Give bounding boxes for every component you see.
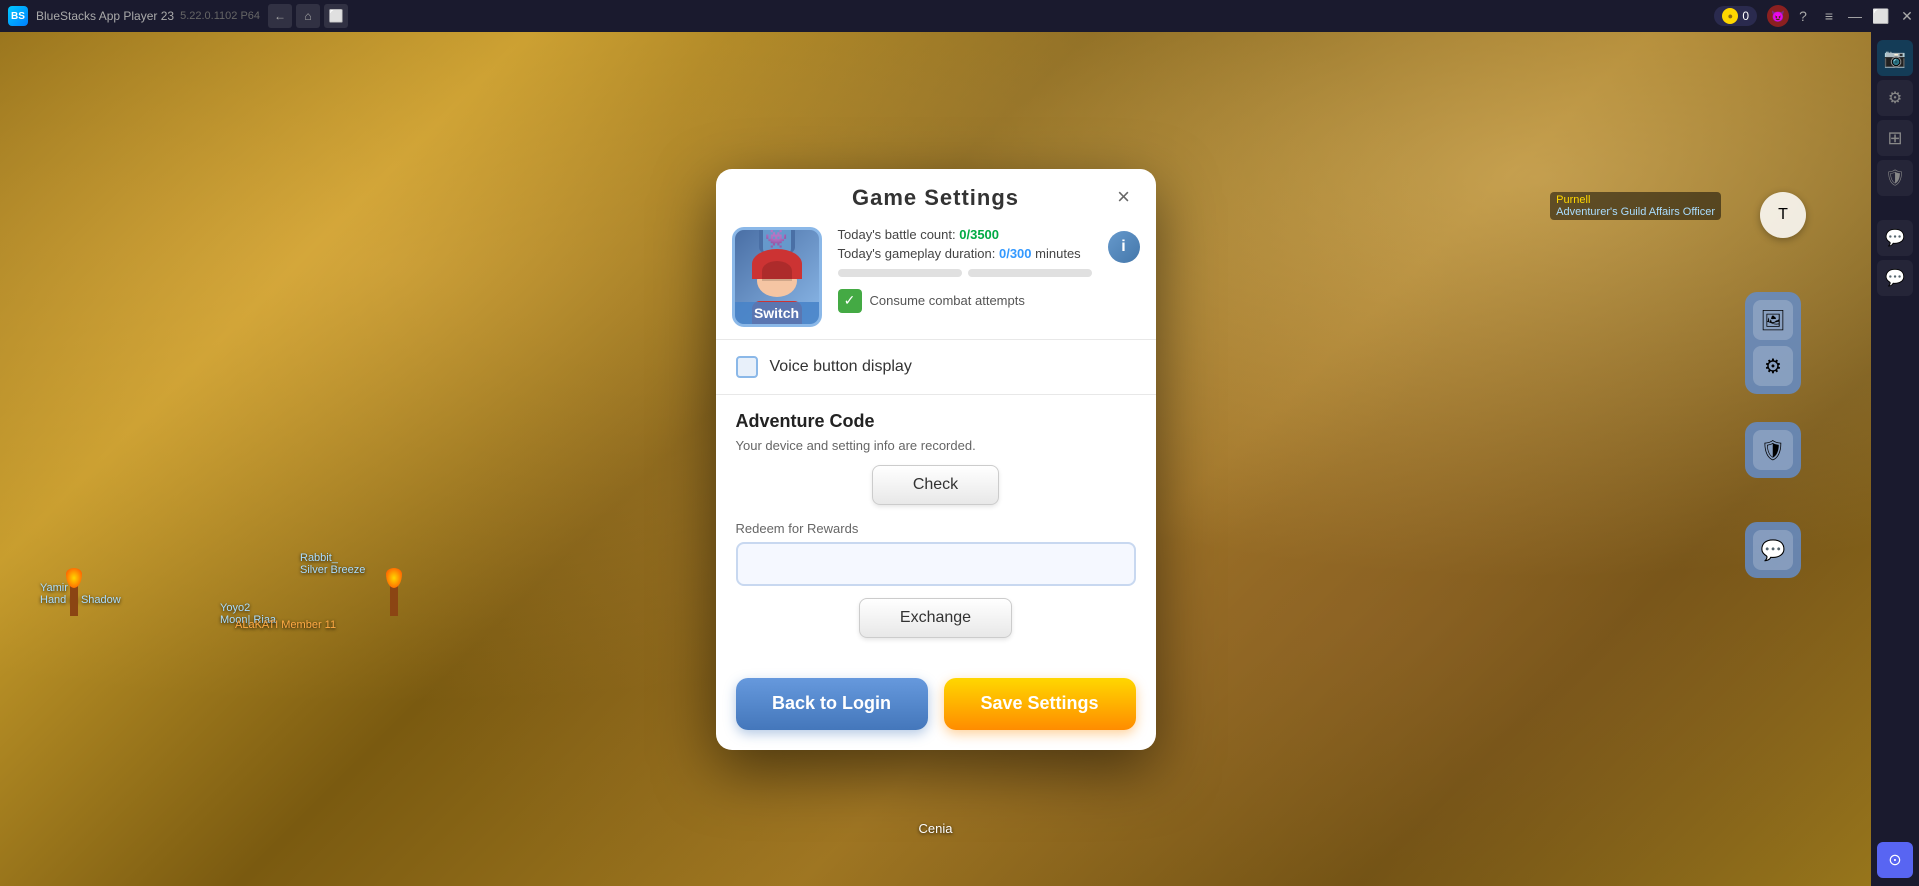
- voice-checkbox[interactable]: [736, 356, 758, 378]
- sidebar-chat2-icon[interactable]: 💬: [1877, 260, 1913, 296]
- character-avatar[interactable]: 👾 Switch: [732, 227, 822, 327]
- tabs-nav-button[interactable]: ⬜: [324, 4, 348, 28]
- modal-footer: Back to Login Save Settings: [716, 662, 1156, 730]
- consume-check-icon: ✓: [838, 289, 862, 313]
- modal-title: Game Settings: [852, 185, 1019, 210]
- coin-display: ● 0: [1714, 6, 1757, 26]
- switch-info: Today's battle count: 0/3500 Today's gam…: [838, 227, 1092, 313]
- switch-section: 👾 Switch Today's battle coun: [716, 219, 1156, 340]
- sidebar-screenshot-icon[interactable]: 📷: [1877, 40, 1913, 76]
- right-sidebar: 📷 ⚙ ⊞ 🛡 💬 💬 ⊙: [1871, 32, 1919, 886]
- bluestacks-logo: BS: [8, 6, 28, 26]
- battle-count-row: Today's battle count: 0/3500: [838, 227, 1092, 242]
- modal-close-button[interactable]: ×: [1108, 181, 1140, 213]
- close-button[interactable]: ✕: [1895, 4, 1919, 28]
- nav-buttons: ← ⌂ ⬜: [268, 4, 348, 28]
- avatar-mask: [762, 261, 792, 281]
- gameplay-duration-row: Today's gameplay duration: 0/300 minutes: [838, 246, 1092, 261]
- coin-icon: ●: [1722, 8, 1738, 24]
- minimize-button[interactable]: —: [1843, 4, 1867, 28]
- gameplay-duration-unit: minutes: [1035, 246, 1081, 261]
- check-button[interactable]: Check: [872, 465, 999, 505]
- sidebar-discord-icon[interactable]: ⊙: [1877, 842, 1913, 878]
- avatar-head: [757, 257, 797, 297]
- battle-count-value: 0/3500: [959, 227, 999, 242]
- app-subtitle: 5.22.0.1102 P64: [180, 10, 260, 22]
- adventure-section: Adventure Code Your device and setting i…: [716, 395, 1156, 654]
- progress-bar-2: [968, 269, 1092, 277]
- save-settings-button[interactable]: Save Settings: [944, 678, 1136, 730]
- titlebar: BS BlueStacks App Player 23 5.22.0.1102 …: [0, 0, 1919, 32]
- consume-label: Consume combat attempts: [870, 293, 1025, 308]
- help-button[interactable]: ?: [1791, 4, 1815, 28]
- progress-bar-1: [838, 269, 962, 277]
- back-nav-button[interactable]: ←: [268, 4, 292, 28]
- gameplay-duration-label: Today's gameplay duration:: [838, 246, 996, 261]
- restore-button[interactable]: ⬜: [1869, 4, 1893, 28]
- exchange-button[interactable]: Exchange: [859, 598, 1012, 638]
- consume-row: ✓ Consume combat attempts: [838, 289, 1092, 313]
- redeem-label: Redeem for Rewards: [736, 521, 1136, 536]
- redeem-input[interactable]: [736, 542, 1136, 586]
- adventure-title: Adventure Code: [736, 411, 1136, 432]
- voice-label: Voice button display: [770, 358, 912, 376]
- home-nav-button[interactable]: ⌂: [296, 4, 320, 28]
- profile-button[interactable]: 😈: [1767, 5, 1789, 27]
- coin-count: 0: [1742, 9, 1749, 23]
- modal-header: Game Settings ×: [716, 169, 1156, 219]
- titlebar-controls: ● 0 😈 ? ≡ — ⬜ ✕: [1714, 4, 1919, 28]
- menu-button[interactable]: ≡: [1817, 4, 1841, 28]
- sidebar-settings-icon[interactable]: ⚙: [1877, 80, 1913, 116]
- modal-overlay: Game Settings × 👾: [0, 32, 1871, 886]
- sidebar-macro-icon[interactable]: ⊞: [1877, 120, 1913, 156]
- game-settings-modal: Game Settings × 👾: [716, 169, 1156, 750]
- back-to-login-button[interactable]: Back to Login: [736, 678, 928, 730]
- switch-label: Switch: [735, 302, 819, 324]
- app-title: BlueStacks App Player 23: [36, 9, 174, 23]
- gameplay-duration-value: 0/300: [999, 246, 1032, 261]
- sidebar-chat1-icon[interactable]: 💬: [1877, 220, 1913, 256]
- info-button[interactable]: i: [1108, 231, 1140, 263]
- progress-bars: [838, 269, 1092, 277]
- adventure-desc: Your device and setting info are recorde…: [736, 438, 1136, 453]
- sidebar-shield-icon[interactable]: 🛡: [1877, 160, 1913, 196]
- battle-count-label: Today's battle count:: [838, 227, 956, 242]
- voice-section: Voice button display: [716, 340, 1156, 395]
